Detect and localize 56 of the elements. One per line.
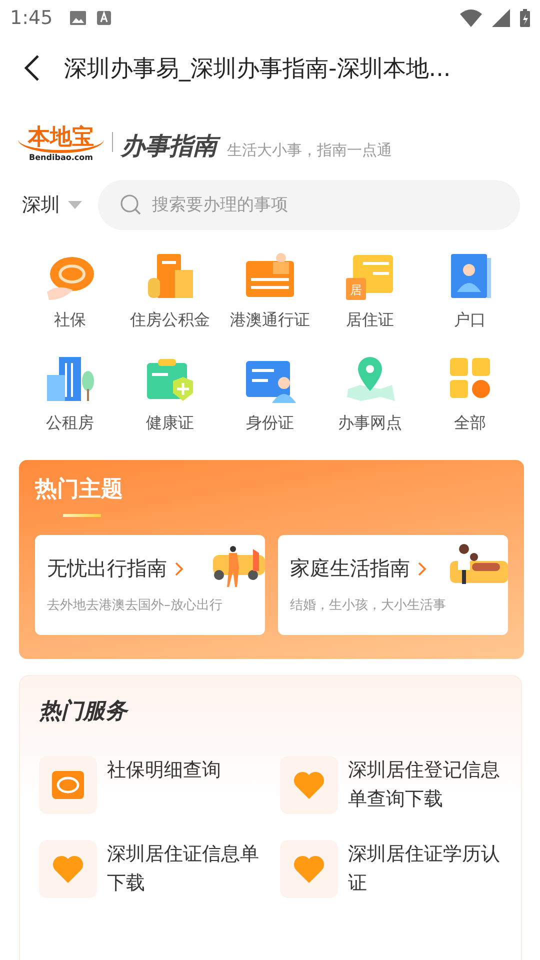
brand-slogan: 生活大小事，指南一点通 bbox=[227, 141, 392, 160]
page-title: 深圳办事易_深圳办事指南-深圳本地... bbox=[64, 54, 451, 84]
category-label: 居住证 bbox=[346, 310, 394, 331]
category-item[interactable]: 港澳通行证 bbox=[220, 252, 320, 331]
category-item[interactable]: 住房公积金 bbox=[120, 252, 220, 331]
category-label: 健康证 bbox=[146, 413, 194, 434]
city-selector[interactable]: 深圳 bbox=[22, 192, 82, 218]
category-item[interactable]: 全部 bbox=[420, 355, 520, 434]
service-label[interactable]: 深圳居住登记信息单查询下载 bbox=[348, 756, 503, 814]
image-icon bbox=[68, 10, 87, 26]
service-label[interactable]: 社保明细查询 bbox=[107, 756, 221, 785]
section-title: 热门主题 bbox=[35, 476, 124, 504]
category-item[interactable]: 居 居住证 bbox=[320, 252, 420, 331]
search-field[interactable]: 搜索要办理的事项 bbox=[98, 180, 520, 230]
service-icon-tile[interactable] bbox=[280, 840, 338, 898]
category-item[interactable]: 身份证 bbox=[220, 355, 320, 434]
category-item[interactable]: 办事网点 bbox=[320, 355, 420, 434]
topic-card[interactable]: 无忧出行指南 去外地去港澳去国外–放心出行 bbox=[35, 535, 265, 635]
font-icon bbox=[96, 10, 111, 26]
section-title: 热门服务 bbox=[39, 699, 127, 724]
back-icon[interactable] bbox=[24, 55, 40, 81]
category-item[interactable]: 社保 bbox=[20, 252, 120, 331]
signal-icon bbox=[492, 9, 510, 27]
category-label: 办事网点 bbox=[338, 413, 402, 434]
category-item[interactable]: 公租房 bbox=[20, 355, 120, 434]
category-label: 住房公积金 bbox=[130, 310, 210, 331]
heart-icon bbox=[293, 771, 325, 799]
bendibao-logo: 本地宝 Bendibao.com bbox=[18, 126, 104, 162]
category-label: 身份证 bbox=[246, 413, 294, 434]
category-item[interactable]: 户口 bbox=[420, 252, 520, 331]
topic-title: 无忧出行指南 bbox=[47, 555, 167, 582]
battery-icon bbox=[520, 9, 530, 27]
topic-title: 家庭生活指南 bbox=[290, 555, 410, 582]
service-icon-tile[interactable] bbox=[39, 840, 97, 898]
category-label: 全部 bbox=[454, 413, 486, 434]
category-label: 港澳通行证 bbox=[230, 310, 310, 331]
wifi-icon bbox=[460, 9, 482, 27]
status-time: 1:45 bbox=[10, 7, 53, 29]
topic-card[interactable]: 家庭生活指南 结婚，生小孩，大小生活事 bbox=[278, 535, 508, 635]
service-icon-tile[interactable] bbox=[39, 756, 97, 814]
heart-icon bbox=[293, 855, 325, 883]
caret-icon bbox=[68, 201, 82, 209]
chevron-icon bbox=[175, 562, 184, 576]
category-item[interactable]: 健康证 bbox=[120, 355, 220, 434]
topic-subtitle: 结婚，生小孩，大小生活事 bbox=[290, 597, 447, 614]
search-icon bbox=[120, 194, 142, 216]
heart-icon bbox=[52, 855, 84, 883]
topic-subtitle: 去外地去港澳去国外–放心出行 bbox=[47, 597, 224, 614]
category-label: 户口 bbox=[454, 310, 486, 331]
service-label[interactable]: 深圳居住证学历认证 bbox=[348, 840, 503, 898]
chevron-icon bbox=[418, 562, 427, 576]
category-label: 社保 bbox=[54, 310, 86, 331]
category-label: 公租房 bbox=[46, 413, 94, 434]
service-icon-tile[interactable] bbox=[280, 756, 338, 814]
social-security-icon bbox=[52, 771, 84, 799]
service-label[interactable]: 深圳居住证信息单下载 bbox=[107, 840, 262, 898]
